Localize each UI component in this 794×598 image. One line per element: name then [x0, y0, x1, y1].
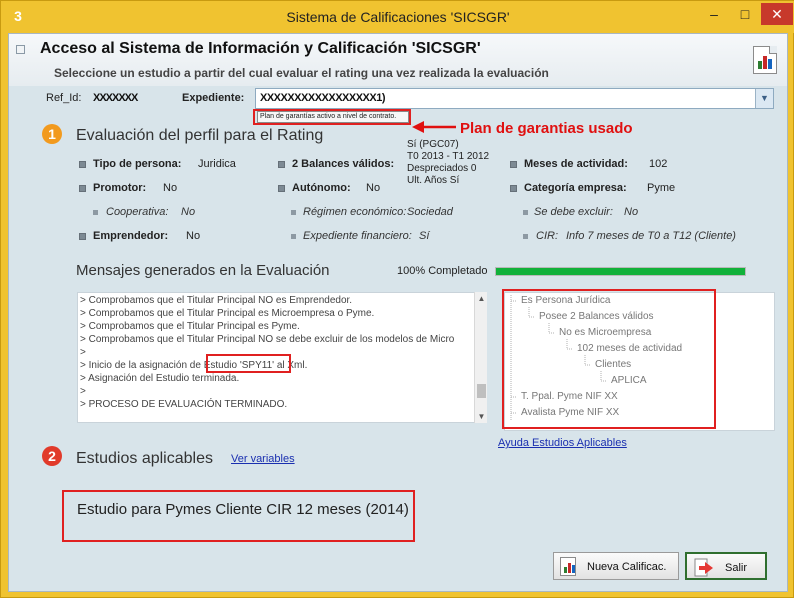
- cir-label: CIR:: [536, 230, 558, 242]
- tipo-persona-value: Juridica: [198, 158, 236, 170]
- categoria-label: Categoría empresa:: [524, 182, 627, 194]
- annotation-text: Plan de garantias usado: [460, 120, 633, 137]
- messages-title: Mensajes generados en la Evaluación: [76, 262, 330, 279]
- ref-id-label: Ref_Id:: [46, 92, 82, 104]
- cooperativa-value: No: [181, 206, 196, 218]
- log-line: > Comprobamos que el Titular Principal e…: [80, 321, 300, 332]
- exp-financiero-value: Sí: [419, 230, 430, 242]
- main-panel: Acceso al Sistema de Información y Calif…: [8, 33, 788, 592]
- ver-variables-link[interactable]: Ver variables: [231, 453, 295, 465]
- step-two-icon: 2: [42, 446, 62, 466]
- expediente-label: Expediente:: [182, 92, 245, 104]
- bullet-icon: [79, 161, 86, 168]
- balances-label: 2 Balances válidos:: [292, 158, 395, 170]
- title-bar: 3 Sistema de Calificaciones 'SICSGR' – □…: [1, 1, 794, 33]
- tipo-persona-label: Tipo de persona:: [93, 158, 182, 170]
- applicable-study-item[interactable]: Estudio para Pymes Cliente CIR 12 meses …: [77, 501, 409, 518]
- log-lines: > Comprobamos que el Titular Principal N…: [78, 293, 476, 411]
- system-menu-icon[interactable]: [16, 45, 25, 54]
- exp-financiero-label: Expediente financiero:: [303, 230, 412, 242]
- report-chart-icon: [560, 557, 576, 576]
- progress-fill: [496, 268, 745, 275]
- close-button[interactable]: ✕: [761, 3, 793, 25]
- highlight-box: [502, 289, 716, 429]
- log-line: > Comprobamos que el Titular Principal N…: [80, 295, 353, 306]
- header-panel: Acceso al Sistema de Información y Calif…: [9, 34, 787, 86]
- log-scrollbar[interactable]: ▲ ▼: [474, 292, 487, 423]
- bullet-icon: [79, 233, 86, 240]
- promotor-label: Promotor:: [93, 182, 147, 194]
- categoria-value: Pyme: [647, 182, 676, 194]
- progress-bar: [495, 267, 746, 276]
- arrow-left-icon: [412, 121, 456, 133]
- small-bullet-icon: [93, 210, 98, 215]
- bullet-icon: [278, 161, 285, 168]
- log-line: >: [80, 386, 86, 397]
- small-bullet-icon: [291, 234, 296, 239]
- balances-value: Sí (PGC07) T0 2013 - T1 2012 Despreciado…: [407, 139, 490, 186]
- ref-id-value: XXXXXXX: [93, 92, 138, 104]
- reference-row: Ref_Id: XXXXXXX Expediente: XXXXXXXXXXXX…: [9, 88, 787, 110]
- scroll-up-icon[interactable]: ▲: [475, 292, 488, 305]
- expediente-select[interactable]: XXXXXXXXXXXXXXXXX1) ▼: [255, 88, 774, 109]
- bullet-icon: [79, 185, 86, 192]
- help-studies-link[interactable]: Ayuda Estudios Aplicables: [498, 437, 627, 449]
- exit-label: Salir: [725, 562, 748, 574]
- progress-label: 100% Completado: [397, 265, 488, 277]
- window-title: Sistema de Calificaciones 'SICSGR': [286, 9, 510, 25]
- scroll-down-icon[interactable]: ▼: [475, 410, 488, 423]
- log-line: > Comprobamos que el Titular Principal N…: [80, 334, 455, 345]
- section-profile-title: Evaluación del perfil para el Rating: [76, 127, 324, 144]
- meses-actividad-label: Meses de actividad:: [524, 158, 628, 170]
- step-one-icon: 1: [42, 124, 62, 144]
- regimen-label: Régimen económico:: [303, 206, 407, 218]
- log-line: > Asignación del Estudio terminada.: [80, 373, 240, 384]
- report-chart-icon: [753, 46, 777, 74]
- regimen-value: Sociedad: [407, 206, 453, 218]
- cooperativa-label: Cooperativa:: [106, 206, 169, 218]
- bullet-icon: [278, 185, 285, 192]
- small-bullet-icon: [291, 210, 296, 215]
- log-line: > PROCESO DE EVALUACIÓN TERMINADO.: [80, 399, 288, 410]
- log-line: > Comprobamos que el Titular Principal e…: [80, 308, 375, 319]
- page-title: Acceso al Sistema de Información y Calif…: [40, 40, 481, 57]
- new-rating-label: Nueva Calificac.: [587, 561, 667, 573]
- maximize-button[interactable]: □: [732, 3, 758, 25]
- new-rating-button[interactable]: Nueva Calificac.: [553, 552, 679, 580]
- scroll-thumb[interactable]: [477, 384, 486, 398]
- small-bullet-icon: [523, 234, 528, 239]
- expediente-value: XXXXXXXXXXXXXXXXX1): [260, 92, 386, 104]
- page-subtitle: Seleccione un estudio a partir del cual …: [54, 66, 549, 80]
- meses-actividad-value: 102: [649, 158, 668, 170]
- small-bullet-icon: [523, 210, 528, 215]
- exit-button[interactable]: Salir: [685, 552, 767, 580]
- autonomo-value: No: [366, 182, 381, 194]
- excluir-label: Se debe excluir:: [534, 206, 613, 218]
- minimize-button[interactable]: –: [701, 3, 727, 25]
- bullet-icon: [510, 161, 517, 168]
- section-studies-title: Estudios aplicables: [76, 450, 213, 467]
- chevron-down-icon[interactable]: ▼: [755, 89, 773, 108]
- highlight-box: [206, 354, 291, 373]
- promotor-value: No: [163, 182, 178, 194]
- autonomo-label: Autónomo:: [292, 182, 351, 194]
- emprendedor-label: Emprendedor:: [93, 230, 169, 242]
- emprendedor-value: No: [186, 230, 201, 242]
- cir-value: Info 7 meses de T0 a T12 (Cliente): [566, 230, 736, 242]
- highlight-box: [253, 109, 411, 125]
- exit-door-icon: [693, 558, 713, 577]
- app-window: 3 Sistema de Calificaciones 'SICSGR' – □…: [0, 0, 794, 598]
- bullet-icon: [510, 185, 517, 192]
- excluir-value: No: [624, 206, 639, 218]
